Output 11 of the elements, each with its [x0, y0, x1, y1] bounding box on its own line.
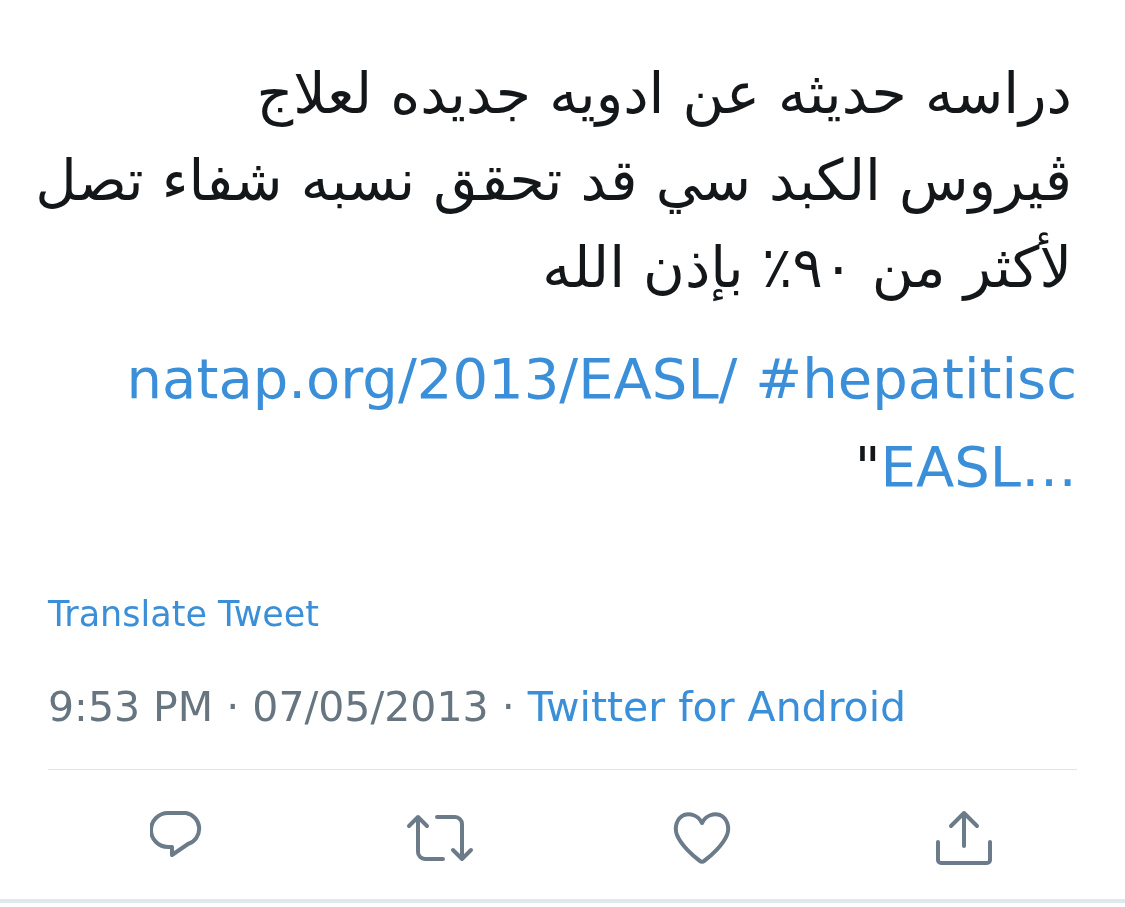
heart-icon[interactable]: [673, 811, 731, 865]
tweet-timestamp: 9:53 PM · 07/05/2013 ·: [48, 683, 515, 731]
quote-mark: ": [854, 434, 881, 499]
retweet-icon[interactable]: [406, 814, 474, 862]
link[interactable]: EASL…: [880, 434, 1077, 499]
link[interactable]: natap.org/2013/EASL/: [126, 346, 738, 411]
tweet-text: دراسه حديثه عن ادويه جديده لعلاج ڤيروس الكبد سي قد تحقق نسبه شفاء تصل لأكثر من ٩٠٪ بإذن الله: [35, 59, 1072, 303]
translate-tweet-link[interactable]: Translate Tweet: [48, 591, 320, 637]
share-icon[interactable]: [935, 810, 993, 866]
hashtag-link[interactable]: #hepatitisc: [755, 346, 1077, 411]
source-link[interactable]: Twitter for Android: [527, 683, 907, 731]
